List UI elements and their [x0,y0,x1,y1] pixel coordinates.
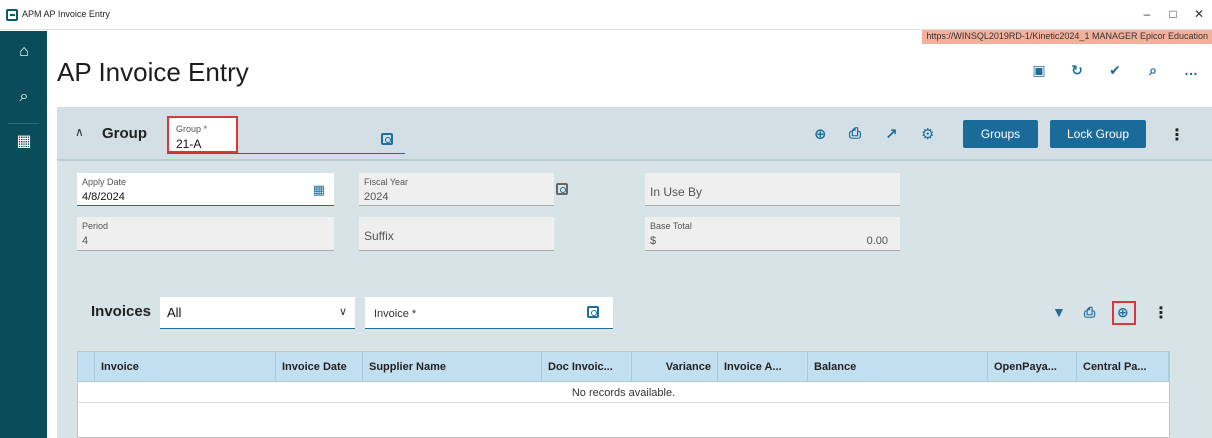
group-more-icon[interactable]: ⋮ [1169,125,1185,145]
lookup-icon[interactable] [556,183,568,195]
column-header[interactable]: Central Pa... [1077,352,1169,382]
column-header[interactable]: OpenPaya... [988,352,1077,382]
column-header[interactable]: Invoice [95,352,276,382]
in-use-by-placeholder: In Use By [650,185,703,199]
app-icon [6,9,18,21]
invoice-filter-select[interactable]: All ∨ [160,297,355,329]
column-header[interactable]: Variance [632,352,718,382]
grid-header: Invoice Invoice Date Supplier Name Doc I… [78,352,1169,382]
suffix-placeholder: Suffix [364,229,394,243]
search-icon[interactable]: ⌕ [1144,62,1162,79]
apply-date-value: 4/8/2024 [82,191,125,203]
add-circle-icon[interactable]: ⊕ [814,125,827,143]
invoice-search-input[interactable]: Invoice * [365,297,613,329]
row-selector-header[interactable] [78,352,95,382]
period-label: Period [82,221,109,231]
group-field[interactable]: Group * 21-A [167,116,405,154]
group-field-label: Group * [176,124,208,134]
open-external-icon[interactable]: ↗ [885,125,898,143]
base-total-currency: $ [650,235,657,247]
apply-date-label: Apply Date [82,177,127,187]
in-use-by-field: In Use By [645,173,900,206]
calendar-icon[interactable]: ▦ [313,182,325,198]
lock-group-button[interactable]: Lock Group [1050,120,1146,148]
search-icon[interactable]: ⌕ [13,86,35,108]
page-title: AP Invoice Entry [57,57,249,87]
window-title: APM AP Invoice Entry [22,9,110,19]
refresh-icon[interactable]: ↻ [1068,62,1086,79]
chevron-down-icon: ∨ [338,306,347,318]
invoices-label: Invoices [91,303,152,320]
empty-message: No records available. [78,383,1169,403]
fiscal-year-field: Fiscal Year 2024 [359,173,568,206]
column-header[interactable]: Doc Invoic... [542,352,632,382]
collapse-chevron-icon[interactable]: ∧ [75,125,84,139]
environment-info: https://WINSQL2019RD-1/Kinetic2024_1 MAN… [922,30,1212,44]
lookup-icon[interactable] [587,306,599,318]
home-icon[interactable]: ⌂ [13,41,35,63]
base-total-field: Base Total $ 0.00 [645,217,900,251]
page-actions: ▣ ↻ ✔ ⌕ … [1030,62,1200,79]
suffix-field: Suffix [359,217,554,251]
filter-icon[interactable]: ▼ [1052,304,1066,320]
base-total-label: Base Total [650,221,692,231]
clear-icon[interactable]: ✔ [1106,62,1124,79]
invoice-filter-value: All [167,305,182,320]
apply-date-field[interactable]: Apply Date 4/8/2024 ▦ [77,173,334,206]
settings-icon[interactable]: ⚙ [921,125,934,143]
group-bar: ∧ Group Group * 21-A ⊕ ⎙ ↗ ⚙ Groups Lock… [57,107,1212,161]
column-header[interactable]: Balance [808,352,988,382]
add-circle-icon[interactable]: ⊕ [1117,304,1129,321]
fiscal-year-value: 2024 [364,191,389,203]
column-header[interactable]: Invoice Date [276,352,363,382]
group-label: Group [102,125,147,142]
column-header[interactable]: Supplier Name [363,352,542,382]
group-field-value: 21-A [176,137,202,151]
more-icon[interactable]: … [1182,62,1200,79]
close-button[interactable]: ✕ [1190,7,1208,21]
nav-divider [8,123,39,124]
main-panel: ∧ Group Group * 21-A ⊕ ⎙ ↗ ⚙ Groups Lock… [57,107,1212,438]
save-icon[interactable]: ▣ [1030,62,1048,79]
invoice-search-placeholder: Invoice * [374,308,417,320]
column-header[interactable]: Invoice A... [718,352,808,382]
base-total-value: 0.00 [866,235,888,247]
minimize-button[interactable]: – [1138,7,1156,21]
window-titlebar: APM AP Invoice Entry – □ ✕ [0,0,1212,30]
group-input-highlight[interactable]: Group * 21-A [167,116,238,153]
print-icon[interactable]: ⎙ [849,125,861,142]
left-nav: ⌂ ⌕ ▦ [0,31,47,438]
invoices-more-icon[interactable]: ⋮ [1153,303,1169,323]
apps-grid-icon[interactable]: ▦ [13,131,35,153]
maximize-button[interactable]: □ [1164,7,1182,21]
lookup-icon[interactable] [381,133,393,145]
print-icon[interactable]: ⎙ [1084,304,1095,321]
period-value: 4 [82,235,89,247]
invoices-grid: Invoice Invoice Date Supplier Name Doc I… [77,351,1170,438]
period-field: Period 4 [77,217,334,251]
fiscal-year-label: Fiscal Year [364,177,409,187]
groups-button[interactable]: Groups [963,120,1038,148]
